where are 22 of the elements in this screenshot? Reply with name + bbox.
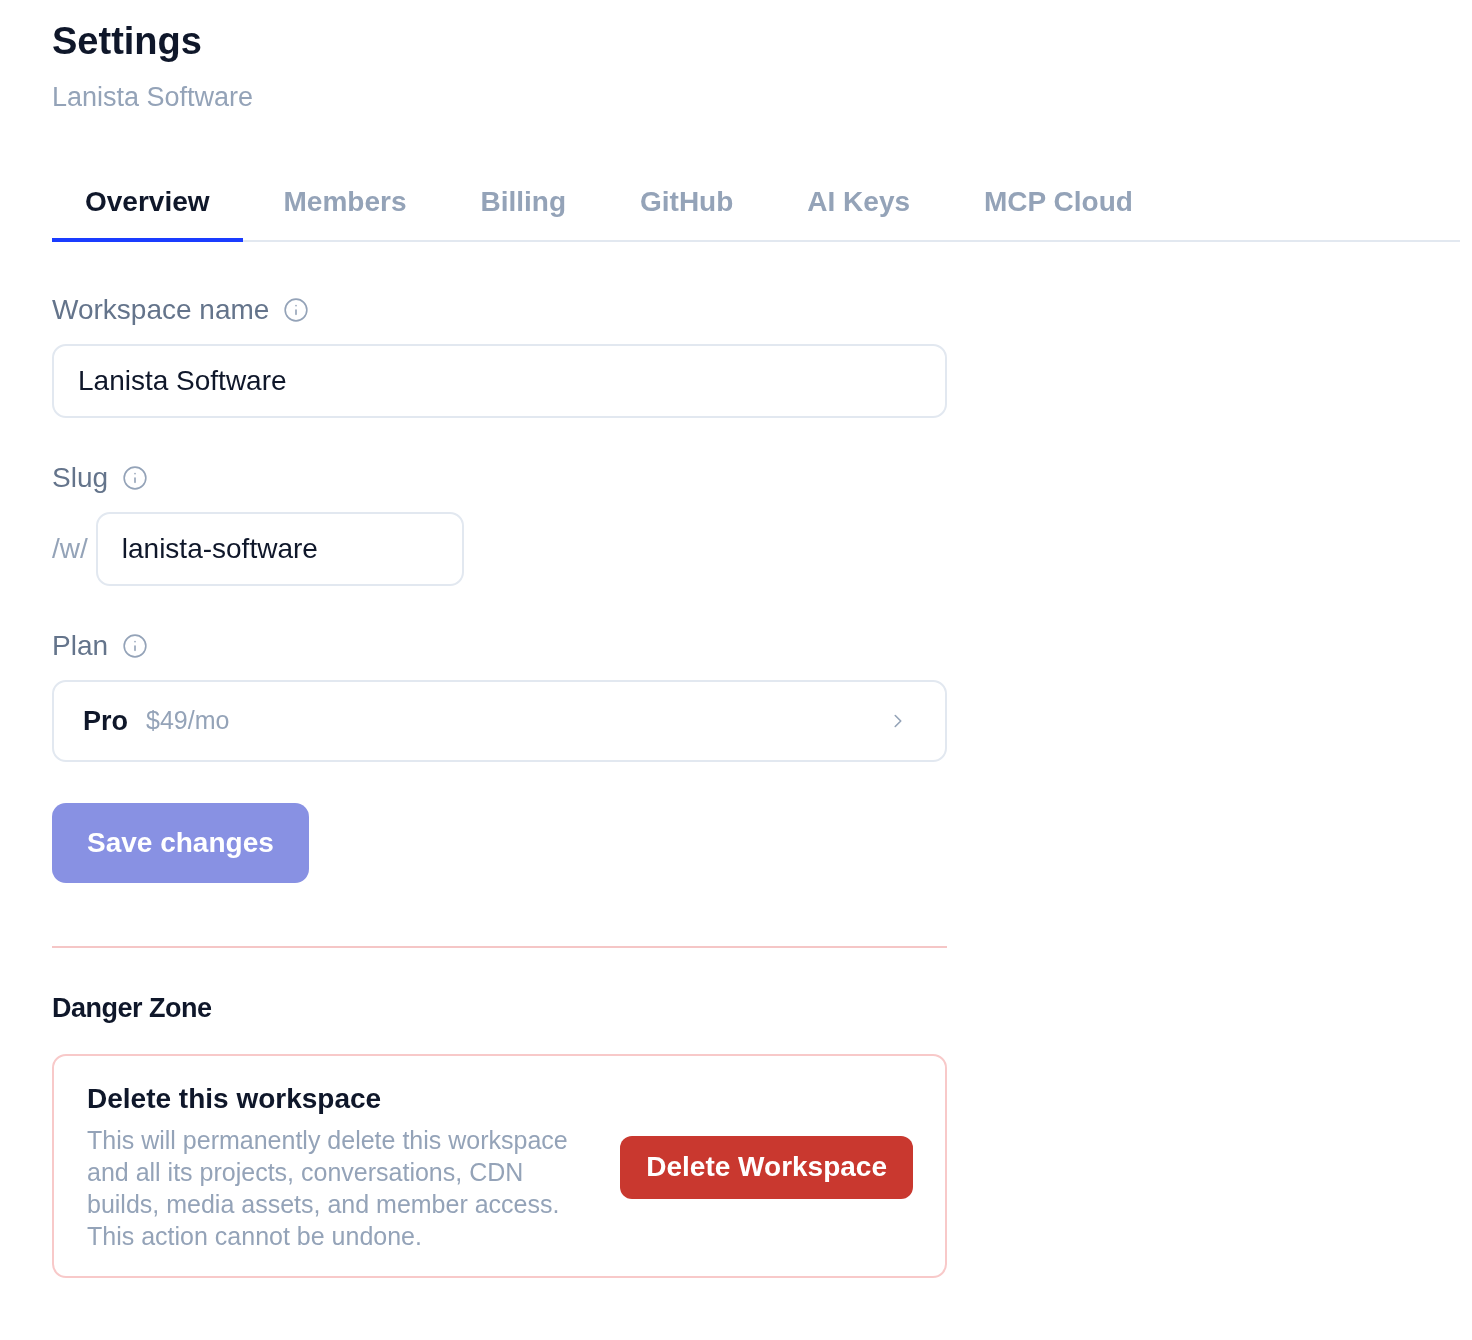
tab[interactable]: Overview	[52, 170, 243, 242]
info-icon	[283, 297, 310, 323]
card-description: This will permanently delete this workspace and all its projects, conversations, CDN builds, media assets, and member access. This action cannot be undone.	[87, 1125, 569, 1252]
tab[interactable]: Billing	[447, 170, 599, 242]
page-subtitle: Lanista Software	[52, 81, 254, 113]
field-label: Workspace name	[52, 294, 270, 326]
slug-input[interactable]: lanista-software	[95, 512, 464, 586]
section-heading: Danger Zone	[52, 992, 212, 1024]
slug-prefix: /w/	[52, 532, 88, 566]
delete-workspace-button[interactable]: Delete Workspace	[620, 1135, 913, 1199]
info-icon	[122, 633, 149, 659]
card-title: Delete this workspace	[87, 1082, 382, 1116]
info-icon	[122, 465, 149, 491]
plan-select[interactable]: Pro $49/mo	[52, 680, 947, 762]
tab[interactable]: AI Keys	[774, 170, 944, 242]
workspace-name-input[interactable]: Lanista Software	[52, 344, 947, 418]
page-title: Settings	[52, 19, 202, 64]
field-label: Plan	[52, 630, 109, 662]
tab[interactable]: GitHub	[607, 170, 767, 242]
tab[interactable]: MCP Cloud	[951, 170, 1166, 242]
tab[interactable]: Members	[250, 170, 440, 242]
field-label: Slug	[52, 462, 109, 494]
